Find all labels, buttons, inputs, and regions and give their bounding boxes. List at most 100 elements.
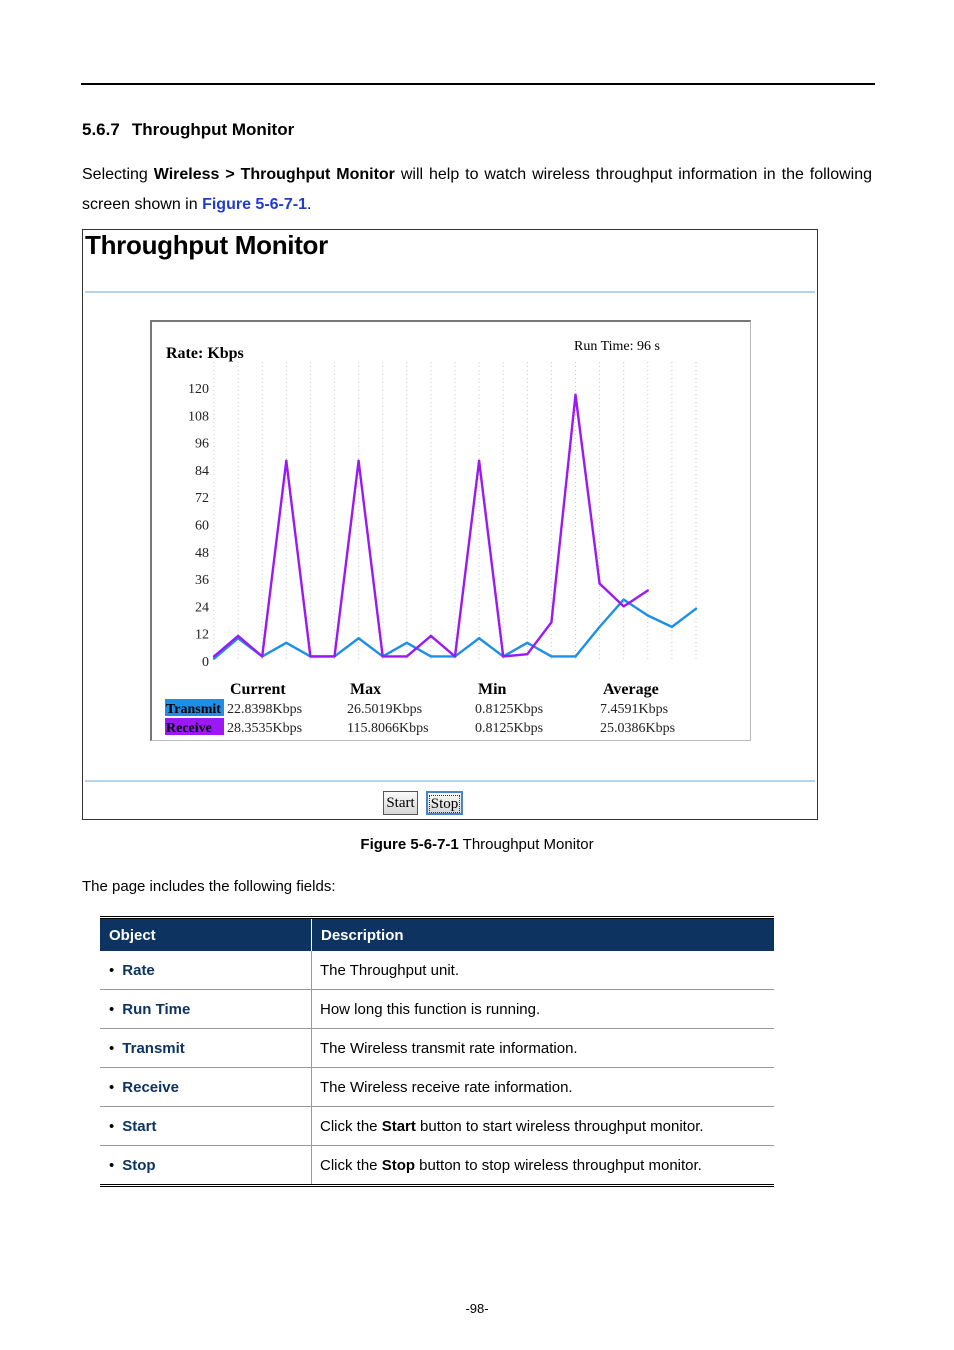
description-pre: The Throughput unit. (320, 961, 459, 979)
description-cell: How long this function is running. (311, 989, 774, 1029)
data-point (236, 634, 240, 638)
description-bold: Start (381, 1117, 416, 1135)
table-row: • Receive The Wireless receive rate inform… (100, 1067, 774, 1107)
data-point (694, 607, 698, 610)
object-name: Rate (122, 961, 155, 979)
data-point (574, 393, 577, 397)
data-point (574, 655, 577, 658)
description-cell: The Wireless receive rate information. (311, 1067, 774, 1107)
data-point (598, 625, 601, 629)
y-tick-label: 60 (195, 519, 209, 534)
title-divider (85, 291, 815, 293)
data-point (212, 655, 216, 658)
legend-label: Receive (166, 721, 212, 736)
y-tick-label: 0 (202, 655, 209, 670)
data-point (477, 637, 481, 640)
stat-value: 115.8066Kbps (347, 721, 429, 736)
section-heading: 5.6.7 Throughput Monitor (82, 120, 294, 140)
data-point (333, 655, 336, 658)
menu-wireless: Wireless (153, 166, 220, 183)
y-tick-label: 84 (195, 464, 209, 479)
data-point (285, 459, 288, 462)
data-point (405, 641, 408, 644)
intro-text: Selecting (82, 166, 148, 183)
y-tick-label: 12 (195, 628, 209, 643)
figure-link[interactable]: Figure 5-6-7-1 (202, 196, 307, 213)
stat-value: 28.3535Kbps (227, 721, 302, 736)
stats-header: Current (230, 681, 286, 698)
stat-value: 7.4591Kbps (600, 702, 668, 717)
menu-separator: > (225, 166, 235, 183)
section-title: Throughput Monitor (131, 120, 295, 139)
y-tick-label: 120 (188, 382, 209, 397)
stat-value: 0.8125Kbps (475, 721, 543, 736)
description-cell: The Wireless transmit rate information. (311, 1028, 774, 1068)
bottom-divider (85, 780, 815, 782)
data-point (646, 589, 649, 592)
object-name: Transmit (122, 1039, 185, 1057)
data-point (261, 655, 264, 658)
y-tick-label: 36 (195, 573, 209, 588)
stats-header: Average (603, 681, 659, 698)
description-post: button to stop wireless throughput monit… (415, 1156, 702, 1174)
object-name: Start (122, 1117, 157, 1135)
data-point (670, 625, 674, 629)
bullet-icon: • (109, 1039, 115, 1057)
header-rule (81, 83, 875, 85)
caption-text: Throughput Monitor (462, 836, 594, 853)
data-point (598, 582, 601, 585)
bullet-icon: • (109, 961, 115, 979)
data-point (502, 655, 505, 658)
stat-value: 25.0386Kbps (600, 721, 675, 736)
data-point (477, 459, 481, 462)
y-tick-label: 24 (195, 600, 209, 615)
data-point (285, 641, 288, 644)
table-row: • Rate The Throughput unit. (100, 951, 774, 990)
data-point (381, 655, 384, 658)
intro-paragraph: Selecting Wireless > Throughput Monitor … (82, 160, 872, 220)
data-point (453, 655, 457, 658)
stop-button[interactable]: Stop (426, 791, 463, 815)
rate-label: Rate: Kbps (166, 345, 244, 362)
object-name: Stop (122, 1156, 156, 1174)
fields-intro: The page includes the following fields: (82, 878, 336, 895)
object-name: Receive (122, 1078, 179, 1096)
stat-value: 26.5019Kbps (347, 702, 422, 717)
column-header-description: Description (311, 917, 774, 951)
data-point (622, 598, 625, 601)
column-header-object: Object (100, 917, 312, 951)
fields-table: Object Description • Rate The Throughput u… (100, 916, 774, 1187)
description-cell: The Throughput unit. (311, 951, 774, 990)
description-pre: The Wireless transmit rate information. (320, 1039, 578, 1057)
legend-label: Transmit (166, 702, 221, 717)
object-cell: • Run Time (100, 989, 312, 1029)
stats-header: Min (478, 681, 507, 698)
menu-throughput-monitor: Throughput Monitor (240, 166, 395, 183)
data-point (357, 459, 360, 462)
data-point (526, 652, 529, 656)
bullet-icon: • (109, 1117, 115, 1135)
start-button[interactable]: Start (383, 791, 418, 815)
figure-caption: Figure 5-6-7-1 Throughput Monitor (0, 836, 954, 853)
run-time: Run Time: 96 s (574, 339, 660, 354)
stat-value: 22.8398Kbps (227, 702, 302, 717)
description-pre: How long this function is running. (320, 1000, 541, 1018)
stop-button-label: Stop (428, 795, 461, 813)
data-point (212, 657, 216, 660)
data-point (550, 621, 553, 624)
y-tick-label: 72 (195, 491, 209, 506)
data-point (550, 655, 553, 658)
object-cell: • Transmit (100, 1028, 312, 1068)
chart-panel: Rate: Kbps Run Time: 96 s 120 108 96 84 72 60… (150, 320, 751, 741)
y-tick-label: 108 (188, 409, 209, 424)
screenshot-title: Throughput Monitor (85, 230, 328, 260)
description-cell: Click the Start button to start wireless… (311, 1106, 774, 1146)
caption-label: Figure 5-6-7-1 (360, 836, 459, 853)
table-header-row: Object Description (100, 917, 774, 951)
description-pre: Click the (320, 1156, 382, 1174)
page-number: -98- (465, 1301, 489, 1316)
data-point (429, 655, 433, 658)
description-cell: Click the Stop button to stop wireless t… (312, 1146, 775, 1186)
object-cell: • Rate (100, 951, 312, 990)
bullet-icon: • (109, 1078, 115, 1096)
